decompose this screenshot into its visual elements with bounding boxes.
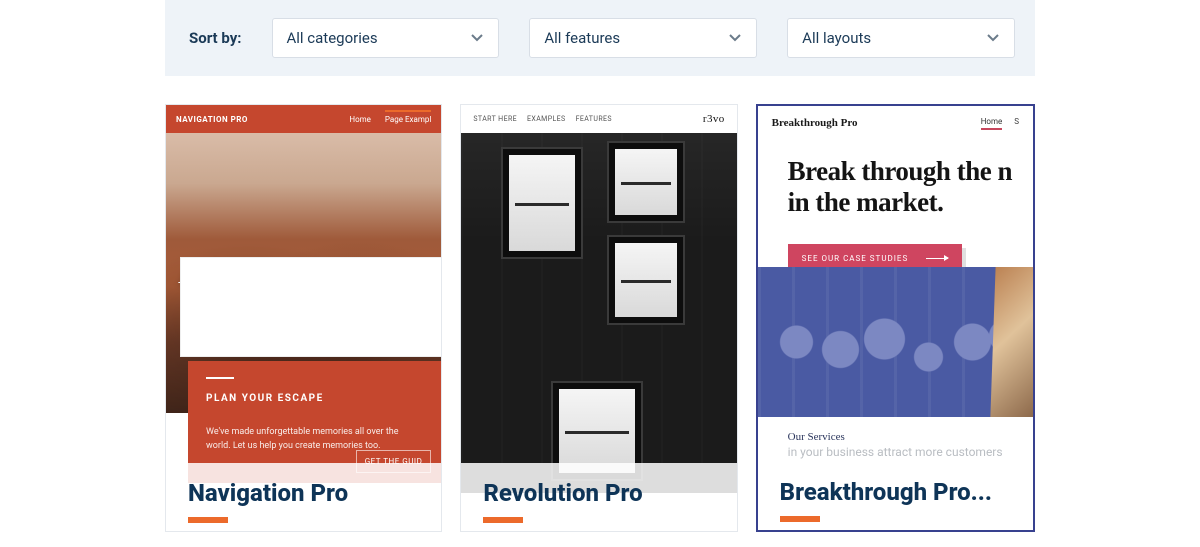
window-icon [503,149,581,257]
features-select-value: All features [544,29,620,47]
accent-bar [483,517,523,523]
preview-header: START HERE EXAMPLES FEATURES r3vo [461,105,736,133]
preview-brand: Breakthrough Pro [772,117,858,129]
chevron-down-icon [986,31,1000,45]
filter-bar: Sort by: All categories All features All… [165,0,1035,76]
preview-section-sub: in your business attract more customers [758,443,1033,461]
preview-cta-label: SEE OUR CASE STUDIES [802,254,909,263]
theme-card-revolution-pro[interactable]: START HERE EXAMPLES FEATURES r3vo Revolu… [460,104,737,532]
sort-by-label: Sort by: [189,29,242,47]
layouts-select[interactable]: All layouts [787,18,1015,58]
preview-illustration [758,267,1033,417]
preview-nav-item: S [1014,117,1019,130]
theme-card-navigation-pro[interactable]: NAVIGATION PRO Home Page Exampl Adventur… [165,104,442,532]
preview-section-heading: Our Services [758,417,1033,443]
preview-brand: r3vo [703,113,725,125]
categories-select-value: All categories [287,29,378,47]
preview-nav-item: FEATURES [576,115,612,123]
preview-cta-blurb: We've made unforgettable memories all ov… [206,426,406,453]
accent-bar [780,516,820,522]
arrow-right-icon [926,258,948,259]
card-title-overlay: Breakthrough Pro... [758,462,1033,530]
preview-header: Breakthrough Pro Home S [758,106,1033,140]
preview-nav-item: EXAMPLES [527,115,566,123]
preview-cta-heading: PLAN YOUR ESCAPE [206,389,423,404]
preview-photo-strip [990,267,1033,417]
features-select[interactable]: All features [529,18,757,58]
preview-headline-line: in the market. [788,187,944,217]
theme-title: Navigation Pro [188,479,419,507]
card-title-overlay: Revolution Pro [461,463,736,531]
window-icon [609,143,683,221]
preview-nav: Home S [981,117,1019,130]
theme-title: Breakthrough Pro... [780,478,1011,506]
preview-nav-item: Home [981,117,1003,130]
layouts-select-value: All layouts [802,29,871,47]
preview-headline: Break through the n in the market. [758,140,1033,218]
chevron-down-icon [470,31,484,45]
preview-brand: NAVIGATION PRO [176,115,248,124]
theme-card-breakthrough-pro[interactable]: Breakthrough Pro Home S Break through th… [756,104,1035,532]
theme-grid: NAVIGATION PRO Home Page Exampl Adventur… [0,76,1200,532]
preview-header: NAVIGATION PRO Home Page Exampl [166,105,441,133]
card-title-overlay: Navigation Pro [166,463,441,531]
preview-hero: Adventure Awaits PLAN YOUR ESCAPE We've … [166,133,441,413]
preview-nav: Home Page Exampl [349,115,431,124]
preview-headline-line: Break through the n [788,156,1012,186]
preview-nav-item: Home [349,115,371,124]
preview-hero [461,133,736,493]
categories-select[interactable]: All categories [272,18,500,58]
preview-content-frame [180,257,441,357]
chevron-down-icon [728,31,742,45]
theme-title: Revolution Pro [483,479,714,507]
window-icon [609,237,683,323]
preview-nav-item: Page Exampl [385,110,431,124]
accent-bar [188,517,228,523]
preview-nav-item: START HERE [473,115,517,123]
